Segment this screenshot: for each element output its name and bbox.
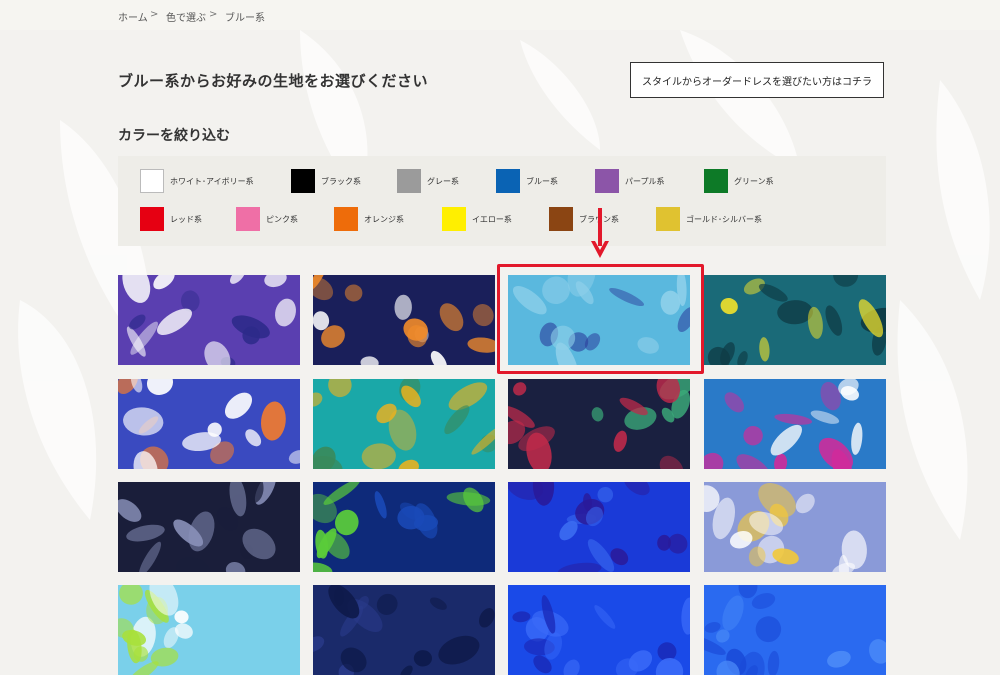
color-filter-label: グレー系 — [427, 176, 459, 186]
color-swatch — [397, 169, 421, 193]
fabric-pattern — [508, 585, 690, 675]
navy-green-tribal-fabric[interactable] — [313, 482, 495, 572]
order-by-style-button[interactable]: スタイルからオーダードレスを選びたい方はコチラ — [630, 62, 884, 98]
color-filter-pink[interactable]: ピンク系 — [236, 207, 298, 231]
color-filter-purple[interactable]: パープル系 — [595, 169, 665, 193]
color-swatch — [656, 207, 680, 231]
navy-rose-fabric[interactable] — [313, 585, 495, 675]
blue-pink-lei-fabric[interactable] — [704, 379, 886, 469]
fabric-pattern — [704, 482, 886, 572]
fabric-pattern — [313, 585, 495, 675]
color-swatch — [236, 207, 260, 231]
navy-line-flower-fabric[interactable] — [118, 482, 300, 572]
color-filter-green[interactable]: グリーン系 — [704, 169, 774, 193]
color-swatch — [595, 169, 619, 193]
navy-red-orchid-fabric[interactable] — [508, 379, 690, 469]
breadcrumb-separator: > — [209, 9, 218, 20]
color-filter-blue[interactable]: ブルー系 — [496, 169, 558, 193]
lavender-white-plumeria-fabric[interactable] — [704, 482, 886, 572]
color-filter-yellow[interactable]: イエロー系 — [442, 207, 512, 231]
color-filter-label: ピンク系 — [266, 214, 298, 224]
color-swatch — [140, 207, 164, 231]
arrow-down-icon — [591, 208, 609, 258]
color-filter-label: ゴールド･シルバー系 — [686, 214, 762, 224]
color-filter-title: カラーを絞り込む — [118, 128, 230, 144]
fabric-pattern — [313, 482, 495, 572]
breadcrumb-separator: > — [150, 9, 159, 20]
fabric-pattern — [508, 379, 690, 469]
color-swatch — [334, 207, 358, 231]
color-filter-label: パープル系 — [625, 176, 665, 186]
bright-blue-flower-fabric[interactable] — [508, 585, 690, 675]
royal-blue-flower-fabric[interactable] — [508, 482, 690, 572]
breadcrumb-color-select[interactable]: 色で選ぶ — [166, 9, 206, 24]
breadcrumb-home[interactable]: ホーム — [118, 9, 148, 24]
color-filter-label: グリーン系 — [734, 176, 774, 186]
fabric-pattern — [313, 379, 495, 469]
color-filter-label: ブラック系 — [321, 176, 361, 186]
lightblue-lime-flower-fabric[interactable] — [118, 585, 300, 675]
breadcrumb-current: ブルー系 — [225, 13, 265, 24]
blue-leaf-daisy-fabric[interactable] — [118, 379, 300, 469]
purple-hibiscus-fabric[interactable] — [118, 275, 300, 365]
fabric-pattern — [313, 275, 495, 365]
fabric-pattern — [704, 585, 886, 675]
color-filter-orange[interactable]: オレンジ系 — [334, 207, 404, 231]
color-filter-gray[interactable]: グレー系 — [397, 169, 459, 193]
color-swatch — [704, 169, 728, 193]
fabric-pattern — [118, 379, 300, 469]
color-filter-white[interactable]: ホワイト･アイボリー系 — [140, 169, 254, 193]
color-swatch — [140, 169, 164, 193]
color-swatch — [291, 169, 315, 193]
fabric-pattern — [508, 482, 690, 572]
color-swatch — [442, 207, 466, 231]
page-title: ブルー系からお好みの生地をお選びください — [118, 72, 429, 90]
color-filter-label: ホワイト･アイボリー系 — [170, 176, 254, 186]
teal-yellow-orchid-fabric[interactable] — [313, 379, 495, 469]
teal-fern-yellow-fabric[interactable] — [704, 275, 886, 365]
color-filter-label: オレンジ系 — [364, 214, 404, 224]
color-filter-panel: ホワイト･アイボリー系 ブラック系 グレー系 ブルー系 パープル系 グリーン系 … — [118, 156, 886, 246]
fabric-pattern — [118, 482, 300, 572]
color-swatch — [549, 207, 573, 231]
color-filter-label: レッド系 — [170, 214, 202, 224]
color-filter-gold-silver[interactable]: ゴールド･シルバー系 — [656, 207, 762, 231]
color-filter-label: ブルー系 — [526, 176, 558, 186]
breadcrumb: ホーム > 色で選ぶ > ブルー系 — [0, 0, 1000, 30]
navy-orange-hibiscus-fabric[interactable] — [313, 275, 495, 365]
color-swatch — [496, 169, 520, 193]
fabric-pattern — [704, 379, 886, 469]
fabric-pattern — [704, 275, 886, 365]
blue-lace-fabric[interactable] — [704, 585, 886, 675]
color-filter-red[interactable]: レッド系 — [140, 207, 202, 231]
color-filter-label: イエロー系 — [472, 214, 512, 224]
color-filter-black[interactable]: ブラック系 — [291, 169, 361, 193]
fabric-pattern — [118, 585, 300, 675]
fabric-pattern — [118, 275, 300, 365]
selected-fabric-highlight — [497, 264, 704, 374]
